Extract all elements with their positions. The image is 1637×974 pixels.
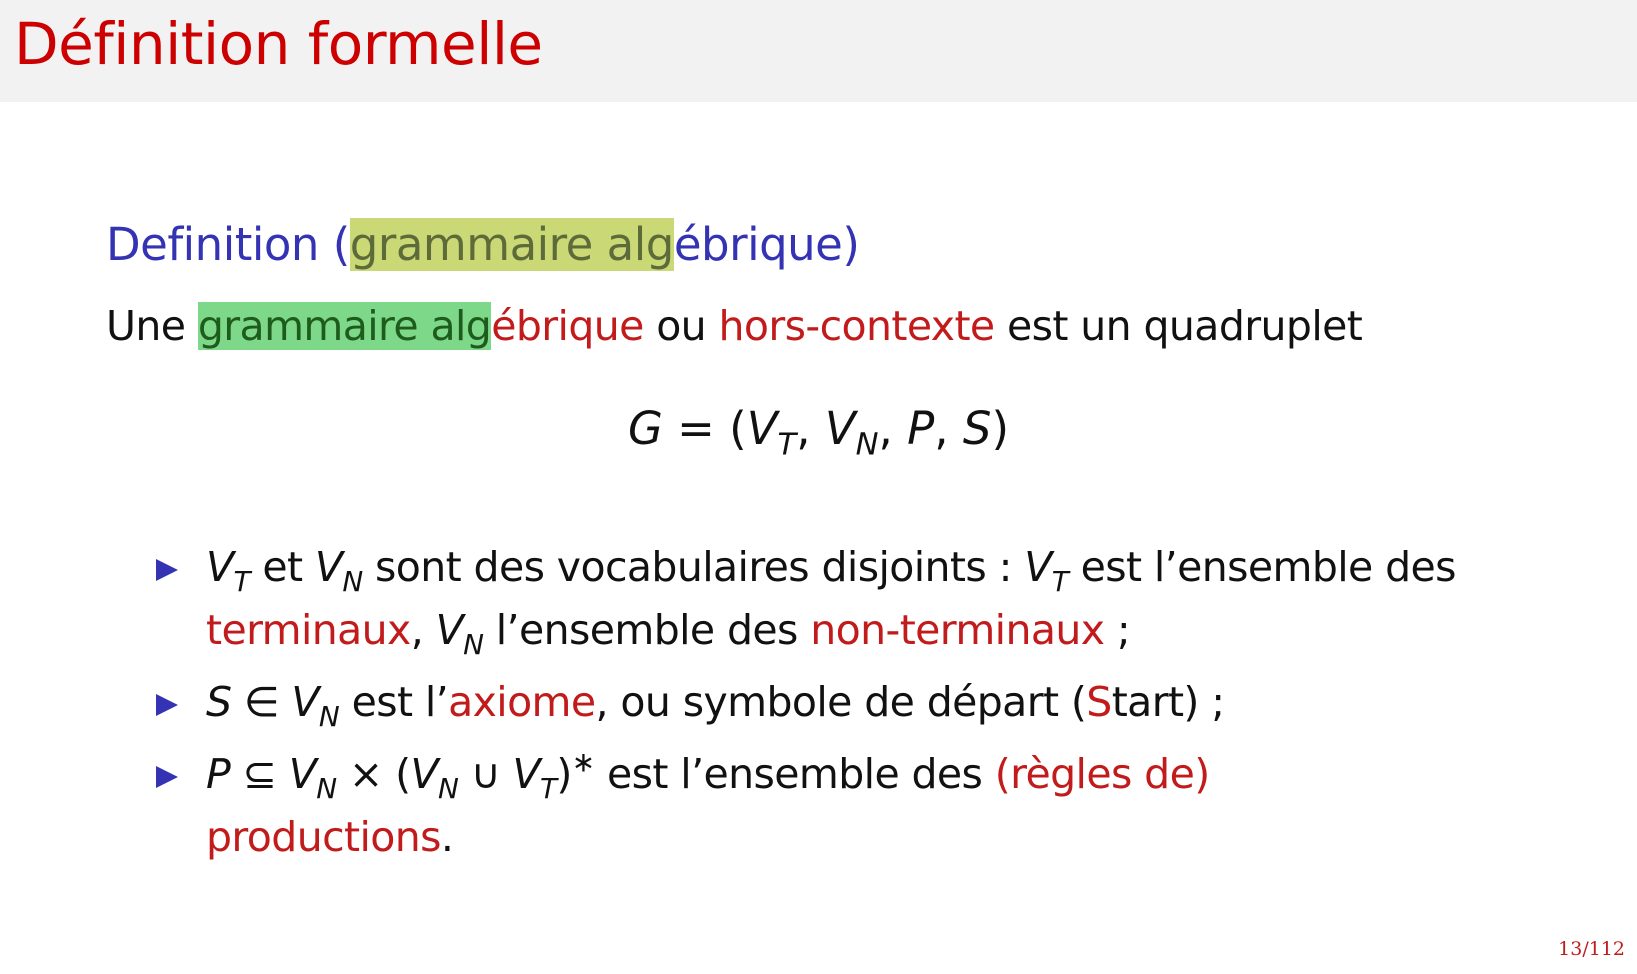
bullet-text: l’ensemble des [483, 606, 811, 654]
math-subset: ⊆ [230, 750, 289, 798]
bullet-text: tart) ; [1111, 678, 1225, 726]
bullet-text: , [410, 606, 436, 654]
bullet-text: . [440, 813, 454, 861]
slide-title: Définition formelle [14, 10, 543, 78]
math-kleene-star: ∗ [571, 745, 595, 779]
math-sub-N: N [316, 771, 337, 805]
math-V: V [1024, 543, 1052, 591]
math-V: V [206, 543, 234, 591]
bullet-item-axiom: S ∈ VN est l’axiome, ou symbole de dépar… [150, 671, 1600, 734]
body-term-highlight: grammaire alg [197, 302, 492, 350]
math-V: V [314, 543, 343, 591]
bullet-text: est l’ensemble des [594, 750, 995, 798]
term-regles-de: (règles de) [994, 750, 1210, 798]
bullet-text: , ou symbole de départ ( [595, 678, 1087, 726]
formula-comma: , [934, 402, 963, 455]
bullet-text: est l’ensemble des [1068, 543, 1457, 591]
bullet-list: VT et VN sont des vocabulaires disjoints… [150, 536, 1600, 869]
math-P: P [206, 750, 231, 798]
formula-S: S [962, 402, 992, 455]
bullet-item-vocabularies: VT et VN sont des vocabulaires disjoints… [150, 536, 1600, 662]
body-alt-term: hors-contexte [718, 302, 996, 350]
formula-eq-open: = ( [662, 402, 747, 455]
formula-comma: , [796, 402, 825, 455]
body-lead: Une [106, 302, 198, 350]
bullet-item-productions: P ⊆ VN × (VN ∪ VT)∗ est l’ensemble des (… [150, 743, 1600, 869]
math-union: ∪ [458, 750, 513, 798]
math-sub-T: T [1051, 564, 1069, 598]
definition-title: Definition (grammaire algébrique) [106, 218, 860, 271]
math-V: V [512, 750, 540, 798]
math-sub-N: N [437, 771, 459, 805]
math-sub-T: T [233, 564, 250, 598]
math-sub-T: T [539, 771, 557, 805]
math-sub-N: N [318, 699, 340, 733]
math-sub-N: N [463, 627, 484, 661]
definition-term-rest: ébrique [673, 218, 843, 271]
bullet-text: et [249, 543, 315, 591]
term-start-initial: S [1086, 678, 1112, 726]
bullet-text: sont des vocabulaires disjoints : [362, 543, 1025, 591]
definition-close-paren: ) [842, 218, 860, 271]
bullet-triangle-icon [156, 694, 178, 716]
term-axiome: axiome [448, 678, 596, 726]
bullet-text: ; [1104, 606, 1131, 654]
math-V: V [435, 606, 464, 654]
formula-sub-T: T [777, 427, 797, 463]
definition-term-highlight: grammaire alg [349, 218, 674, 271]
formula-close: ) [991, 402, 1010, 455]
definition-body: Une grammaire algébrique ou hors-context… [106, 302, 1363, 350]
page-number: 13/112 [1558, 938, 1625, 960]
frame-title-bar: Définition formelle [0, 0, 1637, 102]
math-sub-N: N [342, 564, 363, 598]
definition-label: Definition ( [106, 218, 350, 271]
formula-P: P [907, 402, 935, 455]
formula-V-T: V [746, 402, 778, 455]
math-element-of: ∈ [231, 678, 292, 726]
body-tail: est un quadruplet [994, 302, 1363, 350]
body-term-rest: ébrique [491, 302, 644, 350]
math-V: V [288, 750, 317, 798]
formula-G: G [627, 402, 663, 455]
bullet-text: est l’ [339, 678, 449, 726]
formula-sub-N: N [855, 427, 879, 463]
term-non-terminaux: non-terminaux [810, 606, 1105, 654]
term-productions: productions [206, 813, 442, 861]
math-V: V [410, 750, 438, 798]
body-or: ou [643, 302, 719, 350]
math-close-paren: ) [556, 750, 572, 798]
math-V: V [291, 678, 319, 726]
formula-comma: , [878, 402, 908, 455]
math-times: × ( [336, 750, 411, 798]
bullet-triangle-icon [156, 559, 178, 581]
term-terminaux: terminaux [206, 606, 411, 654]
formula-V-N: V [824, 402, 856, 455]
math-S: S [206, 678, 232, 726]
bullet-triangle-icon [156, 766, 178, 788]
grammar-formula: G = (VT, VN, P, S) [0, 402, 1637, 461]
